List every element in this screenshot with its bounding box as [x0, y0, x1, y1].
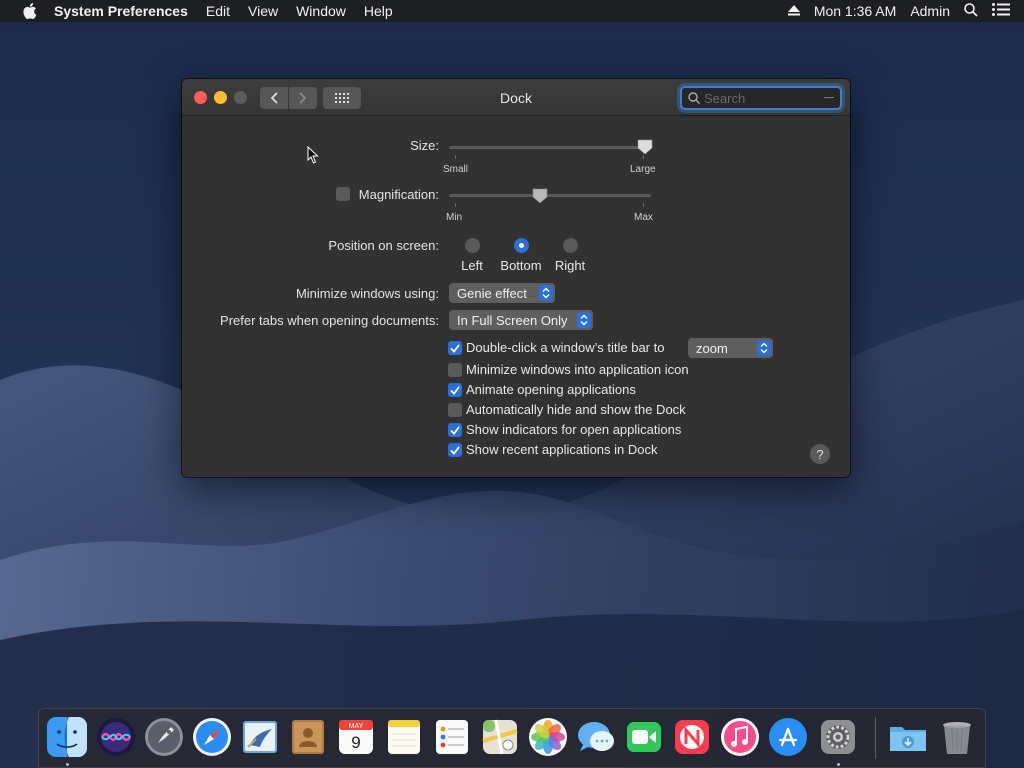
- size-tick-min: [455, 155, 456, 159]
- prefer-tabs-popup[interactable]: In Full Screen Only: [449, 310, 593, 330]
- minimize-effect-value: Genie effect: [457, 285, 527, 301]
- prefer-tabs-value: In Full Screen Only: [457, 312, 568, 328]
- size-max-label: Large: [630, 164, 656, 175]
- calendar-month: MAY: [349, 723, 364, 730]
- finder-running-indicator: [66, 763, 69, 766]
- position-right-radio[interactable]: [563, 238, 578, 253]
- launchpad-icon[interactable]: [144, 717, 184, 757]
- safari-icon[interactable]: [192, 717, 232, 757]
- messages-icon[interactable]: [576, 717, 616, 757]
- spotlight-icon[interactable]: [964, 2, 978, 20]
- autohide-dock-label[interactable]: Automatically hide and show the Dock: [466, 402, 686, 417]
- dock-preferences-window: Dock Size: Small Large Magnification: Mi…: [182, 79, 850, 477]
- window-titlebar[interactable]: Dock: [182, 79, 850, 116]
- position-label: Position on screen:: [328, 238, 439, 253]
- eject-icon[interactable]: [787, 3, 800, 19]
- popup-arrows-icon: [539, 285, 553, 301]
- autohide-dock-checkbox[interactable]: [448, 403, 462, 417]
- minimize-using-label: Minimize windows using:: [295, 286, 439, 301]
- trash-icon[interactable]: [937, 717, 977, 757]
- notes-icon[interactable]: [384, 717, 424, 757]
- size-slider-track[interactable]: [449, 146, 651, 149]
- magnification-max-label: Max: [634, 212, 653, 223]
- photos-icon[interactable]: [528, 717, 568, 757]
- magnification-slider-track[interactable]: [449, 194, 651, 197]
- position-bottom-label: Bottom: [500, 258, 542, 273]
- checkmark-icon: [450, 445, 460, 455]
- minimize-into-icon-checkbox[interactable]: [448, 363, 462, 377]
- checkmark-icon: [450, 425, 460, 435]
- siri-icon[interactable]: [96, 717, 136, 757]
- show-indicators-label[interactable]: Show indicators for open applications: [466, 422, 681, 437]
- minimize-effect-popup[interactable]: Genie effect: [449, 283, 555, 303]
- menu-view[interactable]: View: [248, 3, 278, 19]
- facetime-icon[interactable]: [624, 717, 664, 757]
- finder-icon[interactable]: [47, 717, 87, 757]
- apple-menu-icon[interactable]: [20, 3, 40, 19]
- search-field[interactable]: [680, 86, 842, 110]
- search-input[interactable]: [704, 90, 822, 106]
- double-click-checkbox[interactable]: [448, 341, 462, 355]
- system-preferences-icon[interactable]: [818, 717, 858, 757]
- contacts-icon[interactable]: [288, 717, 328, 757]
- news-icon[interactable]: [672, 717, 712, 757]
- size-slider-thumb[interactable]: [637, 139, 653, 155]
- dock-separator: [875, 717, 876, 759]
- position-left-label: Left: [461, 258, 483, 273]
- menu-app-name[interactable]: System Preferences: [54, 3, 188, 19]
- show-recent-apps-label[interactable]: Show recent applications in Dock: [466, 442, 658, 457]
- double-click-action-value: zoom: [696, 340, 728, 356]
- prefer-tabs-label: Prefer tabs when opening documents:: [220, 313, 439, 328]
- checkmark-icon: [450, 385, 460, 395]
- double-click-action-popup[interactable]: zoom: [688, 338, 773, 358]
- help-button[interactable]: ?: [810, 444, 830, 464]
- reminders-icon[interactable]: [432, 717, 472, 757]
- maps-icon[interactable]: [480, 717, 520, 757]
- system-preferences-running-indicator: [837, 763, 840, 766]
- popup-arrows-icon: [757, 340, 771, 356]
- position-bottom-radio[interactable]: [514, 238, 529, 253]
- menu-bar: System Preferences Edit View Window Help…: [0, 0, 1024, 22]
- position-left-radio[interactable]: [465, 238, 480, 253]
- magnification-label: Magnification:: [358, 187, 439, 202]
- mail-icon[interactable]: [240, 717, 280, 757]
- show-recent-apps-checkbox[interactable]: [448, 443, 462, 457]
- mouse-pointer-icon: [307, 146, 319, 164]
- checkmark-icon: [450, 343, 460, 353]
- animate-opening-label[interactable]: Animate opening applications: [466, 382, 636, 397]
- magnification-tick-max: [643, 203, 644, 207]
- itunes-icon[interactable]: [720, 717, 760, 757]
- menu-clock[interactable]: Mon 1:36 AM: [814, 3, 897, 19]
- downloads-folder-icon[interactable]: [888, 717, 928, 757]
- menu-window[interactable]: Window: [296, 3, 346, 19]
- size-label: Size:: [410, 138, 439, 153]
- size-min-label: Small: [443, 164, 469, 175]
- calendar-icon[interactable]: MAY 9: [336, 717, 376, 757]
- dock: MAY 9: [38, 708, 986, 768]
- magnification-slider-thumb[interactable]: [532, 188, 548, 204]
- app-store-icon[interactable]: [768, 717, 808, 757]
- search-icon: [688, 92, 700, 104]
- clear-search-icon[interactable]: [824, 97, 834, 98]
- double-click-label[interactable]: Double-click a window’s title bar to: [466, 340, 664, 355]
- magnification-tick-min: [455, 203, 456, 207]
- magnification-checkbox[interactable]: [336, 187, 350, 201]
- size-tick-max: [643, 155, 644, 159]
- minimize-into-icon-label[interactable]: Minimize windows into application icon: [466, 362, 689, 377]
- position-right-label: Right: [554, 258, 586, 273]
- menu-edit[interactable]: Edit: [206, 3, 230, 19]
- popup-arrows-icon: [577, 312, 591, 328]
- calendar-day: 9: [351, 733, 360, 752]
- menu-help[interactable]: Help: [364, 3, 393, 19]
- magnification-min-label: Min: [446, 212, 463, 223]
- menu-user[interactable]: Admin: [910, 3, 950, 19]
- notification-center-icon[interactable]: [992, 3, 1010, 19]
- animate-opening-checkbox[interactable]: [448, 383, 462, 397]
- show-indicators-checkbox[interactable]: [448, 423, 462, 437]
